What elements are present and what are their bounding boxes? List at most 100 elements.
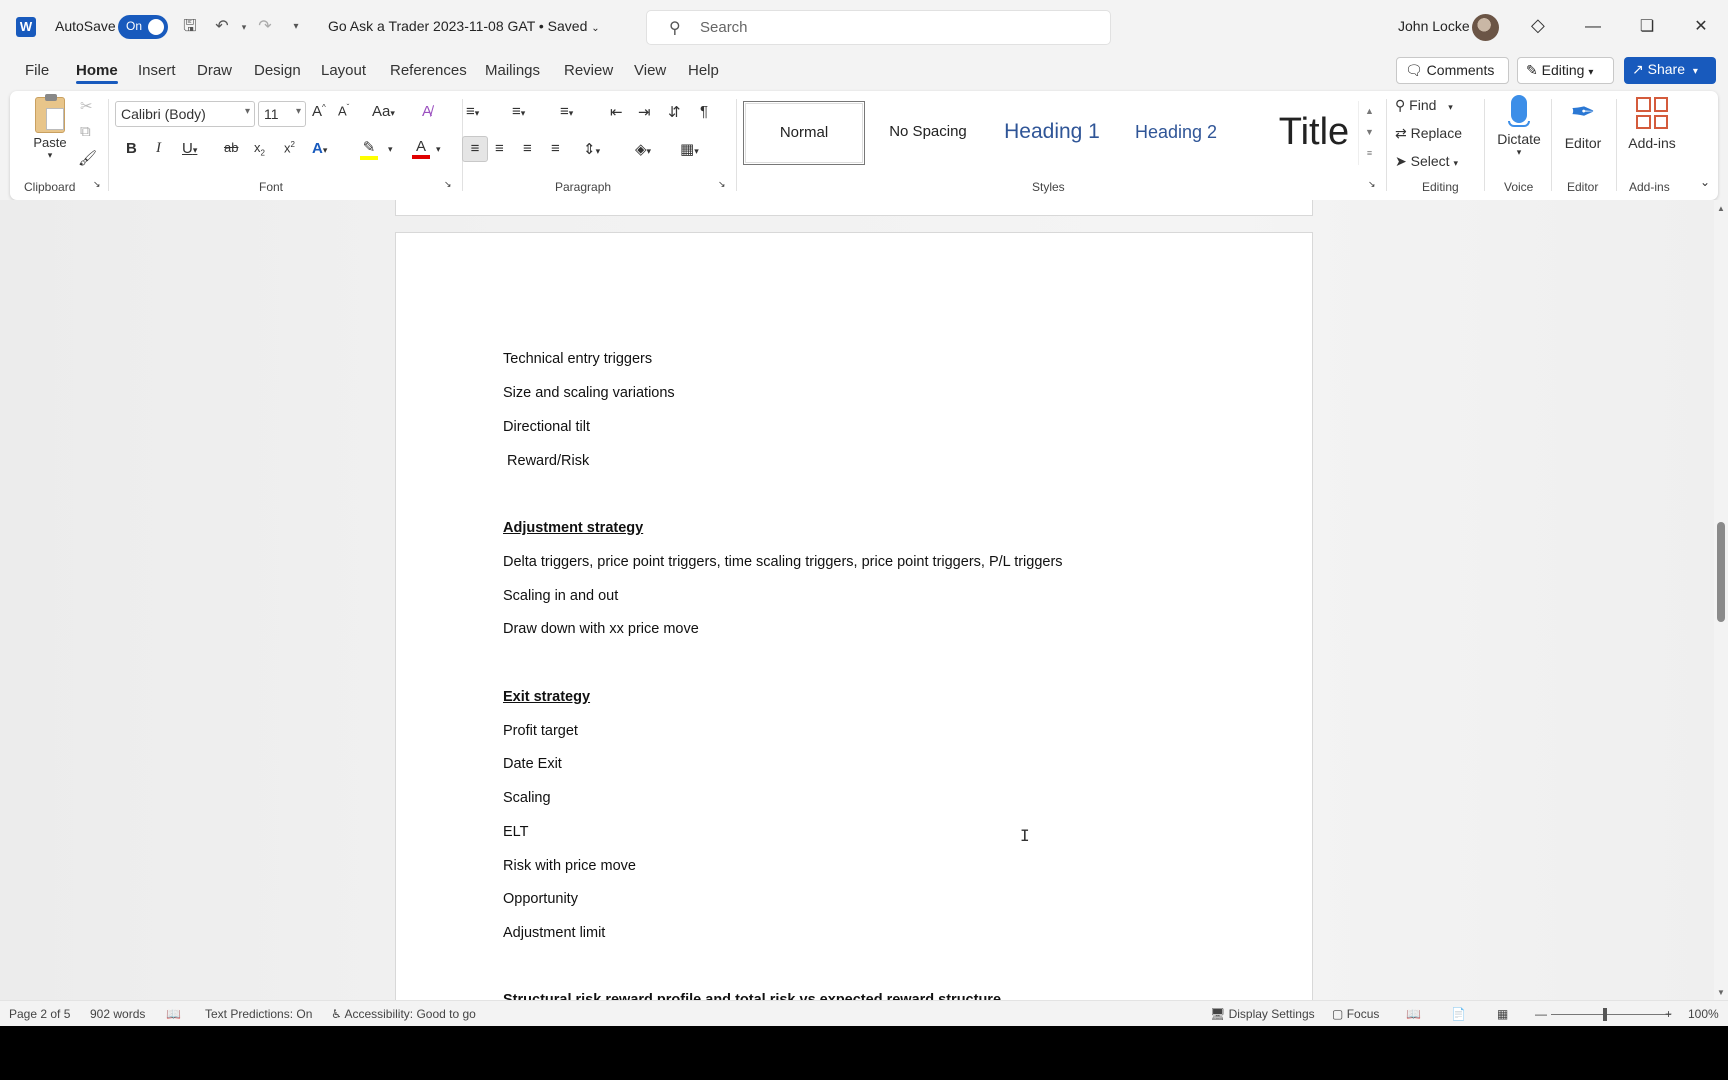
scrollbar-thumb[interactable] bbox=[1717, 522, 1725, 622]
document-canvas[interactable]: Technical entry triggers Size and scalin… bbox=[0, 200, 1714, 1000]
italic-icon[interactable]: I bbox=[156, 140, 161, 157]
chevron-down-icon[interactable]: ▾ bbox=[436, 144, 441, 155]
premium-diamond-icon[interactable]: ◇ bbox=[1531, 15, 1545, 36]
dialog-launcher-icon[interactable]: ↘ bbox=[444, 179, 452, 190]
style-heading-1[interactable]: Heading 1 bbox=[991, 101, 1113, 165]
paragraph[interactable]: Profit target bbox=[503, 723, 578, 739]
page[interactable]: Technical entry triggers Size and scalin… bbox=[395, 232, 1313, 1000]
accessibility-status[interactable]: ♿ Accessibility: Good to go bbox=[331, 1007, 476, 1021]
change-case-icon[interactable]: Aa▾ bbox=[372, 103, 395, 120]
paragraph[interactable]: Directional tilt bbox=[503, 419, 590, 435]
shrink-font-icon[interactable]: Aˇ bbox=[338, 103, 349, 118]
sort-icon[interactable]: ⇵ bbox=[668, 103, 681, 121]
paragraph[interactable]: Opportunity bbox=[503, 891, 578, 907]
dictate-button[interactable]: Dictate ▾ bbox=[1494, 95, 1544, 158]
paragraph[interactable]: Technical entry triggers bbox=[503, 351, 652, 367]
tab-help[interactable]: Help bbox=[688, 62, 719, 79]
superscript-icon[interactable]: x2 bbox=[284, 140, 295, 155]
tab-home[interactable]: Home bbox=[76, 62, 118, 79]
scroll-up-icon[interactable]: ▲ bbox=[1717, 204, 1725, 213]
font-size-combo[interactable]: 11 ▾ bbox=[258, 101, 306, 127]
cut-icon[interactable]: ✂ bbox=[80, 97, 93, 115]
select-button[interactable]: ➤ Select ▾ bbox=[1395, 153, 1458, 170]
paragraph[interactable]: Size and scaling variations bbox=[503, 385, 675, 401]
avatar[interactable] bbox=[1472, 14, 1499, 41]
zoom-in-icon[interactable]: + bbox=[1665, 1007, 1672, 1021]
tab-insert[interactable]: Insert bbox=[138, 62, 176, 79]
text-predictions[interactable]: Text Predictions: On bbox=[205, 1007, 312, 1021]
addins-button[interactable]: Add-ins bbox=[1624, 95, 1680, 151]
editing-mode-button[interactable]: ✎ Editing ▾ bbox=[1517, 57, 1614, 84]
tab-file[interactable]: File bbox=[25, 62, 49, 79]
underline-icon[interactable]: U▾ bbox=[182, 140, 197, 157]
tab-view[interactable]: View bbox=[634, 62, 666, 79]
zoom-slider[interactable] bbox=[1551, 1014, 1671, 1015]
format-painter-icon[interactable]: 🖌 bbox=[78, 149, 97, 167]
save-icon[interactable]: 🖫 bbox=[178, 15, 202, 39]
grow-font-icon[interactable]: A^ bbox=[312, 103, 326, 120]
search-box[interactable]: ⚲ Search bbox=[646, 10, 1111, 45]
word-count[interactable]: 902 words bbox=[90, 1007, 145, 1021]
dialog-launcher-icon[interactable]: ↘ bbox=[718, 179, 726, 190]
display-settings-button[interactable]: 🖥 Display Settings bbox=[1210, 1007, 1315, 1021]
collapse-ribbon-icon[interactable]: ⌄ bbox=[1700, 175, 1710, 189]
text-effects-icon[interactable]: A▾ bbox=[312, 140, 327, 157]
style-no-spacing[interactable]: No Spacing bbox=[867, 101, 989, 165]
minimize-icon[interactable]: — bbox=[1578, 12, 1608, 42]
decrease-indent-icon[interactable]: ⇤ bbox=[610, 103, 623, 121]
tab-design[interactable]: Design bbox=[254, 62, 301, 79]
align-left-icon[interactable]: ≡ bbox=[462, 136, 488, 162]
print-layout-icon[interactable]: 📄 bbox=[1451, 1007, 1466, 1021]
tab-references[interactable]: References bbox=[390, 62, 467, 79]
paragraph[interactable]: ELT bbox=[503, 824, 529, 840]
paragraph[interactable]: Scaling bbox=[503, 790, 551, 806]
vertical-scrollbar[interactable]: ▲ ▼ bbox=[1714, 200, 1728, 1000]
font-color-icon[interactable]: A bbox=[412, 138, 430, 159]
zoom-slider-thumb[interactable] bbox=[1603, 1008, 1607, 1021]
user-name[interactable]: John Locke bbox=[1398, 18, 1470, 34]
replace-button[interactable]: ⇄ Replace bbox=[1395, 125, 1462, 142]
numbering-icon[interactable]: ≡▾ bbox=[512, 103, 525, 120]
subscript-icon[interactable]: x2 bbox=[254, 140, 265, 158]
dialog-launcher-icon[interactable]: ↘ bbox=[1368, 179, 1376, 190]
font-name-combo[interactable]: Calibri (Body) ▾ bbox=[115, 101, 255, 127]
paragraph[interactable]: Adjustment limit bbox=[503, 925, 605, 941]
align-center-icon[interactable]: ≡ bbox=[495, 140, 504, 157]
bold-icon[interactable]: B bbox=[126, 140, 137, 157]
tab-mailings[interactable]: Mailings bbox=[485, 62, 540, 79]
multilevel-list-icon[interactable]: ≡▾ bbox=[560, 103, 573, 120]
undo-icon[interactable]: ↶ bbox=[210, 15, 234, 39]
chevron-up-icon[interactable]: ▲ bbox=[1359, 101, 1380, 122]
zoom-level[interactable]: 100% bbox=[1688, 1007, 1719, 1021]
section-heading[interactable]: Adjustment strategy bbox=[503, 520, 643, 536]
read-mode-icon[interactable]: 📖 bbox=[1406, 1007, 1421, 1021]
style-normal[interactable]: Normal bbox=[743, 101, 865, 165]
more-styles-icon[interactable]: ≡ bbox=[1359, 143, 1380, 164]
page-count[interactable]: Page 2 of 5 bbox=[9, 1007, 70, 1021]
paragraph[interactable]: Reward/Risk bbox=[503, 453, 589, 469]
clear-formatting-icon[interactable]: A̸ bbox=[422, 103, 432, 120]
proofing-icon[interactable]: 📖 bbox=[166, 1007, 181, 1021]
highlight-color-icon[interactable]: ✎ bbox=[360, 138, 378, 160]
paragraph[interactable]: Draw down with xx price move bbox=[503, 621, 699, 637]
shading-icon[interactable]: ◈▾ bbox=[635, 140, 651, 158]
borders-icon[interactable]: ▦▾ bbox=[680, 140, 699, 158]
redo-icon[interactable]: ↷ bbox=[253, 15, 277, 39]
increase-indent-icon[interactable]: ⇥ bbox=[638, 103, 651, 121]
share-button[interactable]: ↗ Share ▾ bbox=[1624, 57, 1716, 84]
focus-button[interactable]: ▢ Focus bbox=[1332, 1007, 1379, 1021]
paste-button[interactable]: Paste ▾ bbox=[28, 94, 72, 161]
paragraph[interactable]: Date Exit bbox=[503, 756, 562, 772]
paragraph[interactable]: Scaling in and out bbox=[503, 588, 618, 604]
justify-icon[interactable]: ≡ bbox=[551, 140, 560, 157]
bullets-icon[interactable]: ≡▾ bbox=[466, 103, 479, 120]
restore-icon[interactable]: ❏ bbox=[1632, 12, 1662, 42]
tab-review[interactable]: Review bbox=[564, 62, 613, 79]
web-layout-icon[interactable]: ▦ bbox=[1497, 1007, 1508, 1021]
chevron-down-icon[interactable]: ▾ bbox=[388, 144, 393, 155]
paragraph[interactable]: Delta triggers, price point triggers, ti… bbox=[503, 554, 1063, 570]
autosave-toggle[interactable]: On bbox=[118, 15, 168, 39]
tab-layout[interactable]: Layout bbox=[321, 62, 366, 79]
zoom-out-icon[interactable]: — bbox=[1535, 1007, 1547, 1021]
comments-button[interactable]: 🗨 Comments bbox=[1396, 57, 1509, 84]
